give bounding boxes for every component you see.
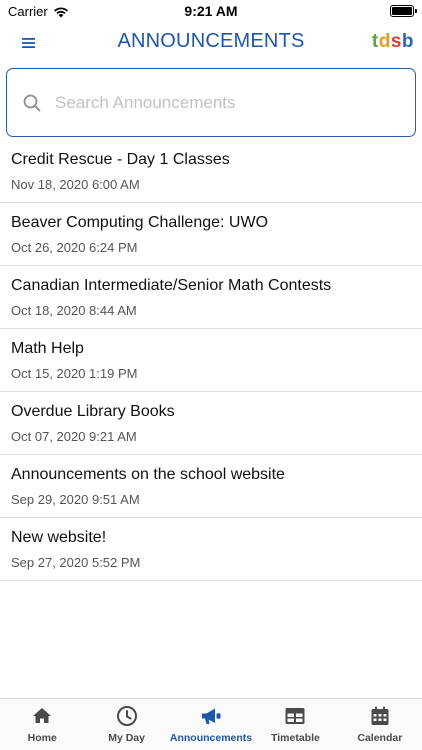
announcement-title: Math Help	[11, 340, 84, 357]
status-bar: Carrier 9:21 AM	[0, 0, 422, 22]
tab-calendar[interactable]: Calendar	[338, 699, 422, 750]
table-icon	[285, 708, 305, 724]
tab-announcements[interactable]: Announcements	[169, 699, 253, 750]
search-box[interactable]	[6, 68, 416, 137]
announcement-date: Sep 27, 2020 5:52 PM	[11, 555, 141, 570]
announcement-date: Oct 26, 2020 6:24 PM	[11, 240, 138, 255]
tab-home[interactable]: Home	[0, 699, 84, 750]
tab-timetable[interactable]: Timetable	[253, 699, 337, 750]
megaphone-icon	[202, 708, 221, 724]
clock-icon	[116, 706, 137, 726]
tab-label: Calendar	[357, 732, 403, 744]
announcement-title: Canadian Intermediate/Senior Math Contes…	[11, 277, 332, 294]
announcement-title: New website!	[11, 529, 107, 546]
announcement-title: Credit Rescue - Day 1 Classes	[11, 151, 230, 168]
announcement-title: Announcements on the school website	[11, 466, 285, 483]
announcement-date: Oct 07, 2020 9:21 AM	[11, 429, 137, 444]
announcement-list: Credit Rescue - Day 1 Classes Nov 18, 20…	[0, 140, 422, 581]
list-item[interactable]: Beaver Computing Challenge: UWO Oct 26, …	[0, 203, 422, 266]
announcement-title: Beaver Computing Challenge: UWO	[11, 214, 269, 231]
search-icon	[23, 94, 41, 111]
announcement-date: Oct 15, 2020 1:19 PM	[11, 366, 138, 381]
page-title: ANNOUNCEMENTS	[117, 30, 305, 52]
tab-my-day[interactable]: My Day	[84, 699, 168, 750]
calendar-icon	[371, 706, 389, 725]
status-time: 9:21 AM	[184, 3, 238, 19]
logo-letter: t	[371, 31, 379, 52]
list-item[interactable]: Credit Rescue - Day 1 Classes Nov 18, 20…	[0, 140, 422, 203]
announcement-date: Oct 18, 2020 8:44 AM	[11, 303, 137, 318]
search-input[interactable]	[55, 92, 375, 113]
tab-bar: Home My Day Announcements Timetable Cale…	[0, 698, 422, 750]
announcement-date: Sep 29, 2020 9:51 AM	[11, 492, 140, 507]
list-item[interactable]: Canadian Intermediate/Senior Math Contes…	[0, 266, 422, 329]
announcement-title: Overdue Library Books	[11, 403, 175, 420]
list-item[interactable]: Math Help Oct 15, 2020 1:19 PM	[0, 329, 422, 392]
tab-label: My Day	[108, 732, 145, 744]
tab-label: Timetable	[271, 732, 320, 744]
list-item[interactable]: Overdue Library Books Oct 07, 2020 9:21 …	[0, 392, 422, 455]
home-icon	[33, 708, 52, 723]
logo-letter: s	[390, 31, 402, 52]
logo-letter: b	[401, 31, 414, 52]
logo-letter: d	[378, 31, 391, 52]
tab-label: Announcements	[169, 732, 253, 744]
announcement-date: Nov 18, 2020 6:00 AM	[11, 177, 140, 192]
list-item[interactable]: Announcements on the school website Sep …	[0, 455, 422, 518]
tab-label: Home	[27, 732, 57, 744]
tdsb-logo: tdsb	[372, 31, 414, 53]
battery-icon	[390, 5, 417, 17]
list-item[interactable]: New website! Sep 27, 2020 5:52 PM	[0, 518, 422, 581]
nav-bar: ANNOUNCEMENTS tdsb	[0, 22, 422, 62]
